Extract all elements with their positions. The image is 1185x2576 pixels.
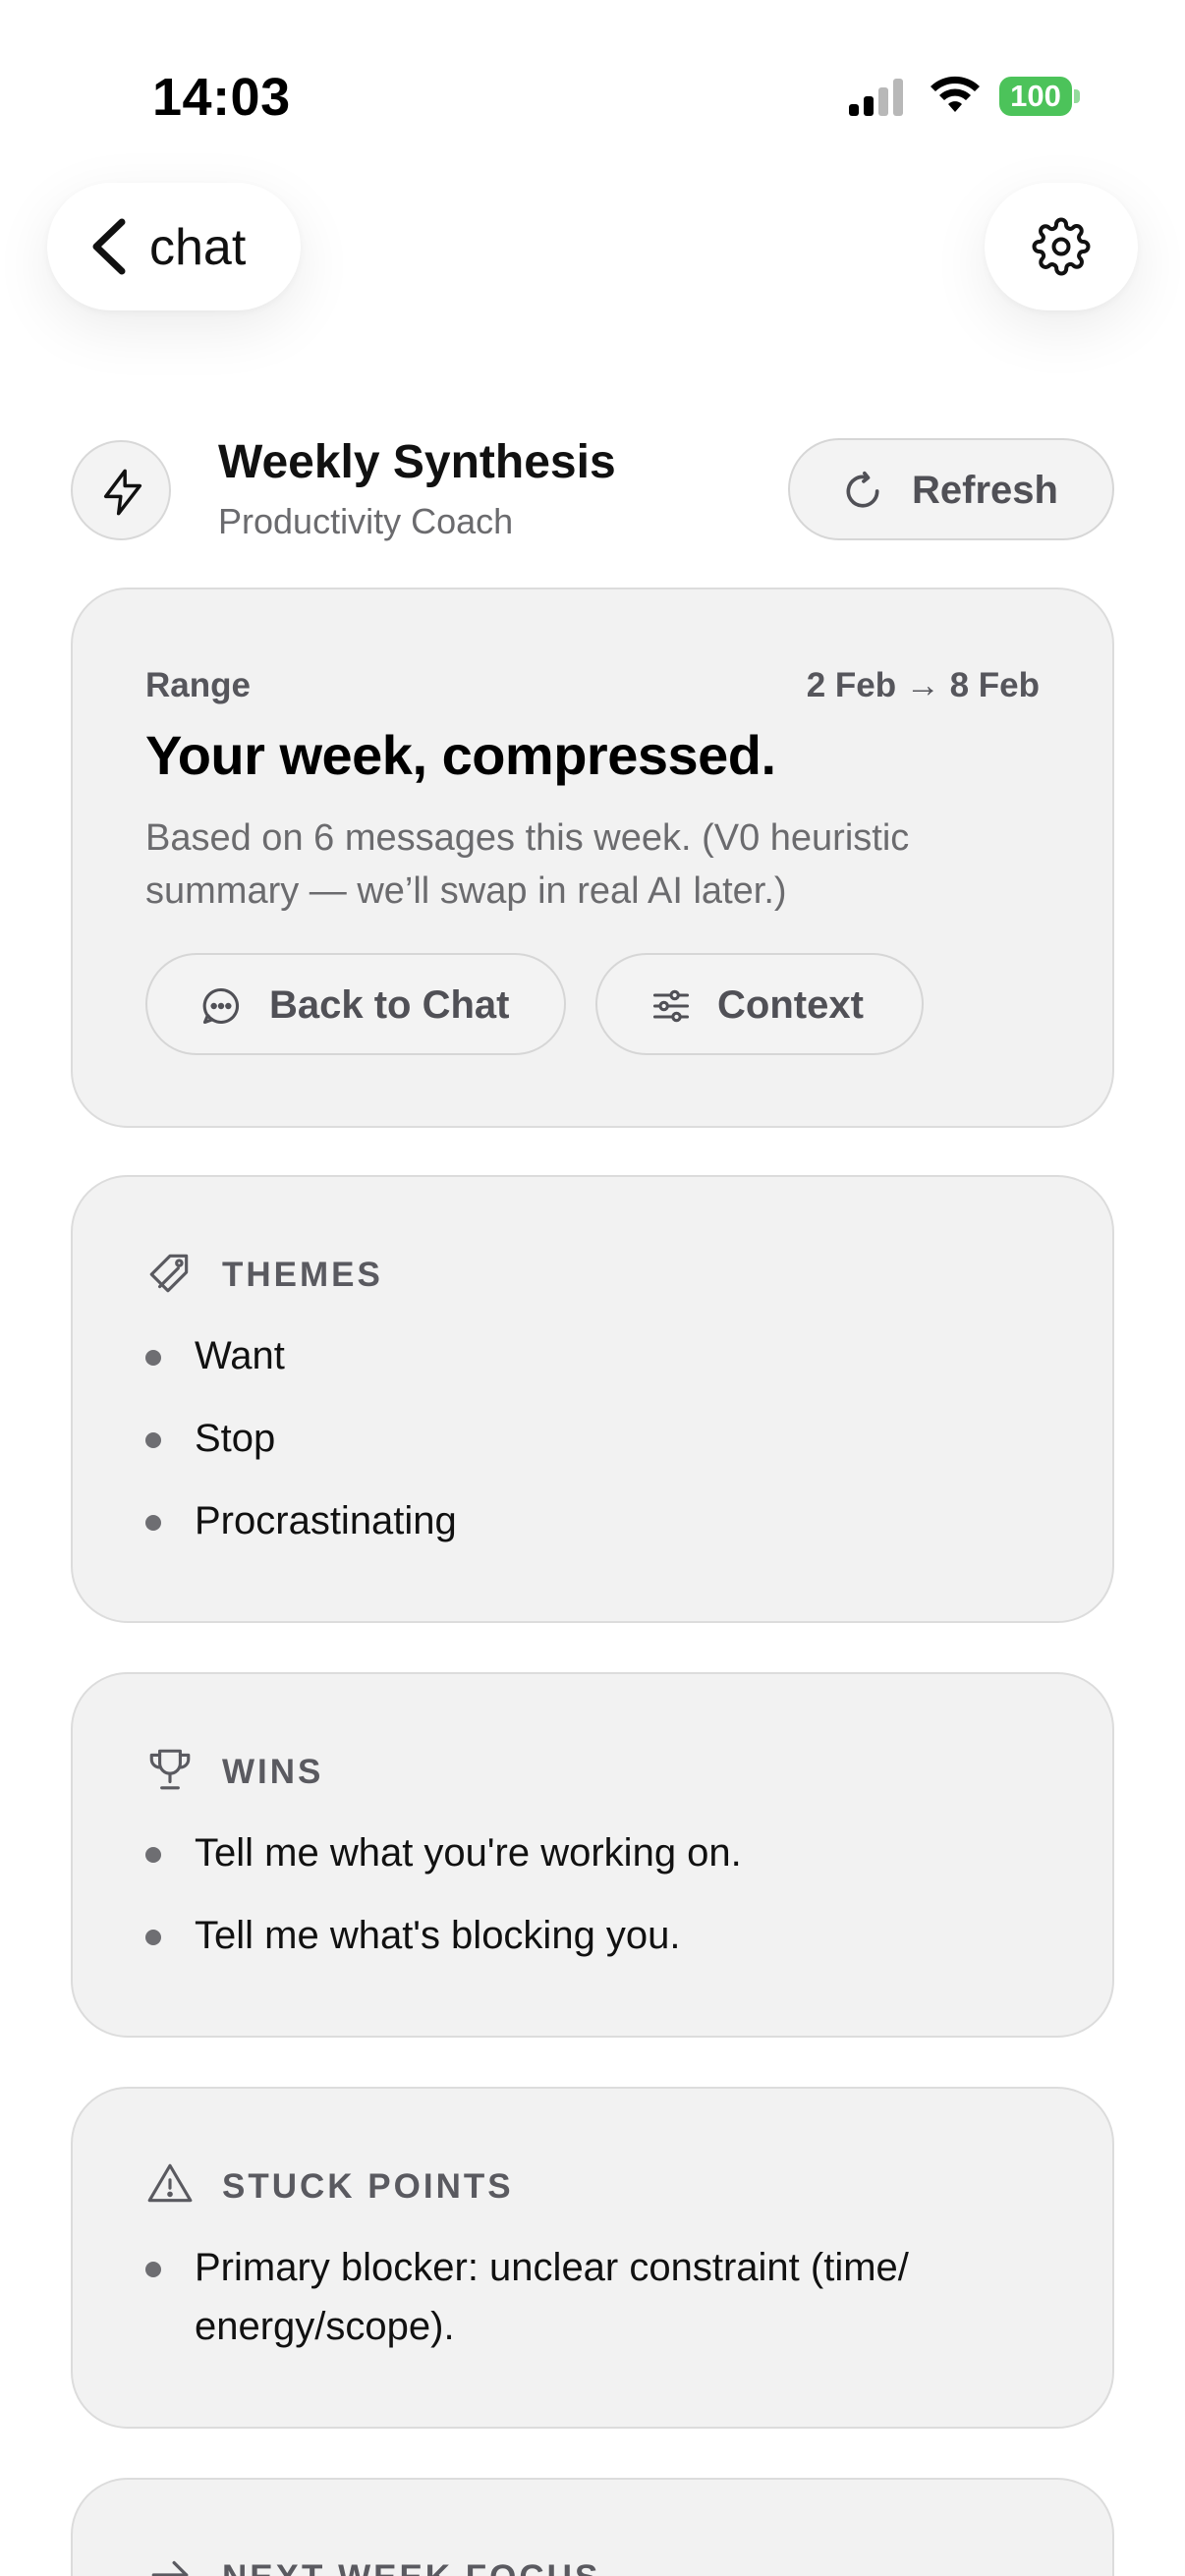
wins-list: Tell me what you're working on. Tell me … — [145, 1823, 1030, 1988]
stuck-points-list: Primary blocker: unclear constraint (tim… — [145, 2238, 1030, 2380]
wins-card: WINS Tell me what you're working on. Tel… — [71, 1672, 1114, 2038]
back-button[interactable]: chat — [47, 183, 301, 310]
back-button-label: chat — [149, 219, 247, 276]
range-card: Range 2 Feb → 8 Feb Your week, compresse… — [71, 588, 1114, 1128]
range-description: Based on 6 messages this week. (V0 heuri… — [145, 817, 910, 912]
settings-button[interactable] — [985, 183, 1138, 310]
range-title: Your week, compressed. — [145, 724, 776, 786]
arrow-right-icon — [151, 2560, 189, 2576]
page-subtitle: Productivity Coach — [218, 501, 514, 541]
chat-bubble-icon — [202, 987, 240, 1025]
status-time: 14:03 — [152, 68, 291, 127]
trophy-icon — [149, 1749, 191, 1790]
themes-card: THEMES Want Stop Procrastinating — [71, 1175, 1114, 1623]
wins-title: WINS — [222, 1753, 324, 1791]
refresh-button[interactable]: Refresh — [788, 438, 1114, 540]
sliders-icon — [652, 989, 690, 1023]
chevron-left-icon — [92, 218, 126, 275]
stuck-points-title: STUCK POINTS — [222, 2167, 514, 2206]
range-value: 2 Feb → 8 Feb — [806, 666, 1040, 704]
coach-avatar — [71, 440, 171, 540]
refresh-icon — [846, 471, 879, 508]
gear-icon — [1032, 217, 1091, 276]
themes-list: Want Stop Procrastinating — [145, 1326, 1030, 1574]
warning-icon — [147, 2163, 193, 2203]
list-item: Primary blocker: unclear constraint (tim… — [145, 2238, 1030, 2356]
cellular-signal-icon — [849, 79, 903, 116]
next-week-focus-card: NEXT WEEK FOCUS — [71, 2478, 1114, 2576]
bolt-icon — [103, 469, 142, 516]
battery-icon: 100 — [999, 77, 1080, 116]
context-label: Context — [717, 983, 864, 1027]
battery-cap — [1074, 89, 1080, 103]
next-week-focus-title: NEXT WEEK FOCUS — [222, 2558, 600, 2576]
refresh-button-label: Refresh — [912, 469, 1058, 512]
page-title: Weekly Synthesis — [218, 436, 616, 488]
list-item: Want — [145, 1326, 1030, 1385]
themes-title: THEMES — [222, 1256, 383, 1294]
battery-level: 100 — [999, 77, 1072, 116]
range-label: Range — [145, 666, 251, 704]
context-button[interactable]: Context — [595, 953, 924, 1055]
stuck-points-card: STUCK POINTS Primary blocker: unclear co… — [71, 2087, 1114, 2429]
list-item: Stop — [145, 1409, 1030, 1468]
list-item: Procrastinating — [145, 1491, 1030, 1550]
wifi-icon — [931, 76, 980, 112]
tag-icon — [149, 1254, 189, 1293]
list-item: Tell me what you're working on. — [145, 1823, 1030, 1882]
list-item: Tell me what's blocking you. — [145, 1906, 1030, 1965]
back-to-chat-label: Back to Chat — [269, 983, 510, 1027]
back-to-chat-button[interactable]: Back to Chat — [145, 953, 566, 1055]
status-bar: 14:03 100 — [0, 0, 1185, 167]
